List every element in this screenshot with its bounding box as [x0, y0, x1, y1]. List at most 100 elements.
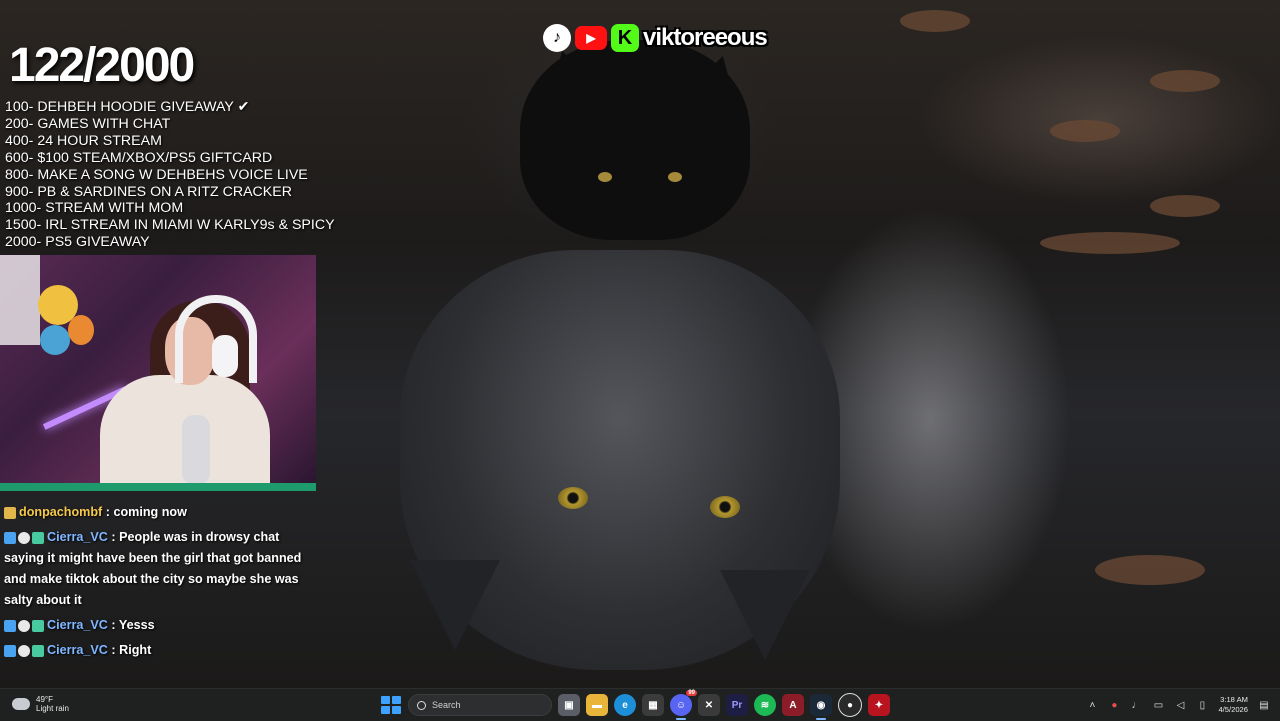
youtube-icon: ▶	[575, 26, 607, 50]
game-launcher-icon[interactable]: ✦	[868, 694, 890, 716]
microphone-icon[interactable]: ♩	[1130, 699, 1142, 711]
cloud-rain-icon	[12, 698, 30, 710]
tray-app-icon[interactable]: ●	[1108, 699, 1120, 711]
discord-icon[interactable]: ☺ 99	[670, 690, 697, 720]
system-tray: ˄ ● ♩ ▭ ◁ ▯ 3:18 AM 4/5/2026 ▤	[1086, 689, 1270, 721]
headphone-cup	[212, 335, 238, 377]
task-view-icon[interactable]: ▣	[558, 694, 580, 716]
sub-badge-icon	[32, 644, 44, 657]
taskbar-search[interactable]: Search	[408, 694, 552, 716]
goal-item: 1500- IRL STREAM IN MIAMI W KARLY9s & SP…	[5, 217, 335, 234]
chat-badges	[4, 619, 44, 632]
start-button[interactable]	[378, 693, 402, 717]
leaf-decoration	[1095, 555, 1205, 585]
chat-text: Yesss	[118, 618, 155, 632]
room-shelf	[0, 255, 40, 345]
goal-item: 100- DEHBEH HOODIE GIVEAWAY ✔	[5, 99, 250, 115]
chat-text: Right	[119, 643, 152, 657]
leaf-decoration	[1040, 232, 1180, 254]
steam-icon[interactable]: ◉	[810, 694, 832, 720]
weather-temp: 49°F	[36, 695, 53, 704]
panther-ear	[720, 570, 810, 660]
plush-toy	[40, 325, 70, 355]
sub-goal-list: 100- DEHBEH HOODIE GIVEAWAY ✔ 200- GAMES…	[5, 99, 335, 251]
prime-badge-icon	[4, 644, 16, 657]
emote-badge-icon	[18, 644, 30, 657]
clock-date: 4/5/2026	[1218, 705, 1248, 714]
sub-badge-icon	[32, 531, 44, 544]
microphone	[182, 415, 210, 483]
clock-time: 3:18 AM	[1220, 695, 1248, 704]
chat-badges	[4, 506, 16, 519]
file-explorer-icon[interactable]: ▬	[586, 694, 608, 716]
goal-item: 400- 24 HOUR STREAM	[5, 132, 162, 149]
spotify-icon[interactable]: ≋	[754, 694, 776, 716]
chat-badges	[4, 531, 44, 544]
black-kitten	[520, 40, 750, 240]
microsoft-store-icon[interactable]: ▦	[642, 694, 664, 716]
weather-text: 49°F Light rain	[36, 695, 69, 713]
chat-username: donpachombf	[19, 505, 103, 519]
chat-overlay: donpachombf : coming now Cierra_VC : Peo…	[4, 502, 322, 665]
chat-separator: :	[107, 618, 119, 632]
goal-item: 1000- STREAM WITH MOM	[5, 200, 184, 217]
goal-item: 900- PB & SARDINES ON A RITZ CRACKER	[5, 183, 292, 200]
chat-separator: :	[107, 530, 120, 544]
obs-icon[interactable]: ●	[838, 693, 862, 717]
edge-browser-icon[interactable]: e	[614, 694, 636, 716]
weather-widget[interactable]: 49°F Light rain	[12, 695, 69, 713]
chat-separator: :	[102, 505, 114, 519]
webcam-border-bar	[0, 483, 316, 491]
chat-username: Cierra_VC	[47, 618, 108, 632]
chevron-up-icon[interactable]: ˄	[1086, 699, 1098, 711]
streamer-handle: viktoreeous	[643, 24, 768, 51]
windows-taskbar: 49°F Light rain Search ▣ ▬ e ▦ ☺ 99 ✕ Pr …	[0, 688, 1280, 721]
leaf-decoration	[900, 10, 970, 32]
chat-username: Cierra_VC	[47, 643, 108, 657]
search-placeholder: Search	[432, 700, 461, 710]
chat-message: donpachombf : coming now	[4, 502, 322, 523]
xbox-icon[interactable]: ✕	[698, 694, 720, 716]
prime-badge-icon	[4, 619, 16, 632]
crown-badge-icon	[4, 506, 16, 519]
display-icon[interactable]: ▭	[1152, 699, 1164, 711]
leaf-decoration	[1150, 70, 1220, 92]
chat-message: Cierra_VC : People was in drowsy chat sa…	[4, 527, 322, 611]
notification-icon[interactable]: ▤	[1258, 699, 1270, 711]
chat-message: Cierra_VC : Yesss	[4, 615, 322, 636]
taskbar-apps: Search ▣ ▬ e ▦ ☺ 99 ✕ Pr ≋ A ◉ ● ✦	[378, 690, 890, 720]
kick-icon: K	[611, 24, 639, 52]
emote-badge-icon	[18, 531, 30, 544]
cat-eye	[598, 172, 612, 182]
panther-eye	[710, 496, 740, 518]
sub-badge-icon	[32, 619, 44, 632]
search-icon	[417, 700, 426, 710]
clock[interactable]: 3:18 AM 4/5/2026	[1218, 695, 1248, 715]
chat-username: Cierra_VC	[47, 530, 108, 544]
sub-goal-counter: 122/2000	[9, 39, 195, 92]
goal-item: 2000- PS5 GIVEAWAY	[5, 234, 150, 251]
social-handle-banner: ♪ ▶ K viktoreeous	[543, 22, 768, 54]
webcam-feed	[0, 255, 316, 483]
emote-badge-icon	[18, 619, 30, 632]
leaf-decoration	[1050, 120, 1120, 142]
tiktok-icon: ♪	[543, 24, 571, 52]
battery-icon[interactable]: ▯	[1196, 699, 1208, 711]
speaker-icon[interactable]: ◁	[1174, 699, 1186, 711]
panther-eye	[558, 487, 588, 509]
plush-toy	[68, 315, 94, 345]
discord-notification-badge: 99	[686, 690, 697, 696]
chat-badges	[4, 644, 44, 657]
cat-eye	[668, 172, 682, 182]
premiere-pro-icon[interactable]: Pr	[726, 694, 748, 716]
weather-desc: Light rain	[36, 704, 69, 713]
adobe-icon[interactable]: A	[782, 694, 804, 716]
goal-item: 800- MAKE A SONG W DEHBEHS VOICE LIVE	[5, 166, 308, 183]
prime-badge-icon	[4, 531, 16, 544]
goal-item: 200- GAMES WITH CHAT	[5, 115, 171, 132]
chat-text: coming now	[113, 505, 187, 519]
chat-message: Cierra_VC : Right	[4, 640, 322, 661]
panther-ear	[410, 560, 500, 650]
chat-separator: :	[107, 643, 120, 657]
goal-item: 600- $100 STEAM/XBOX/PS5 GIFTCARD	[5, 149, 273, 166]
